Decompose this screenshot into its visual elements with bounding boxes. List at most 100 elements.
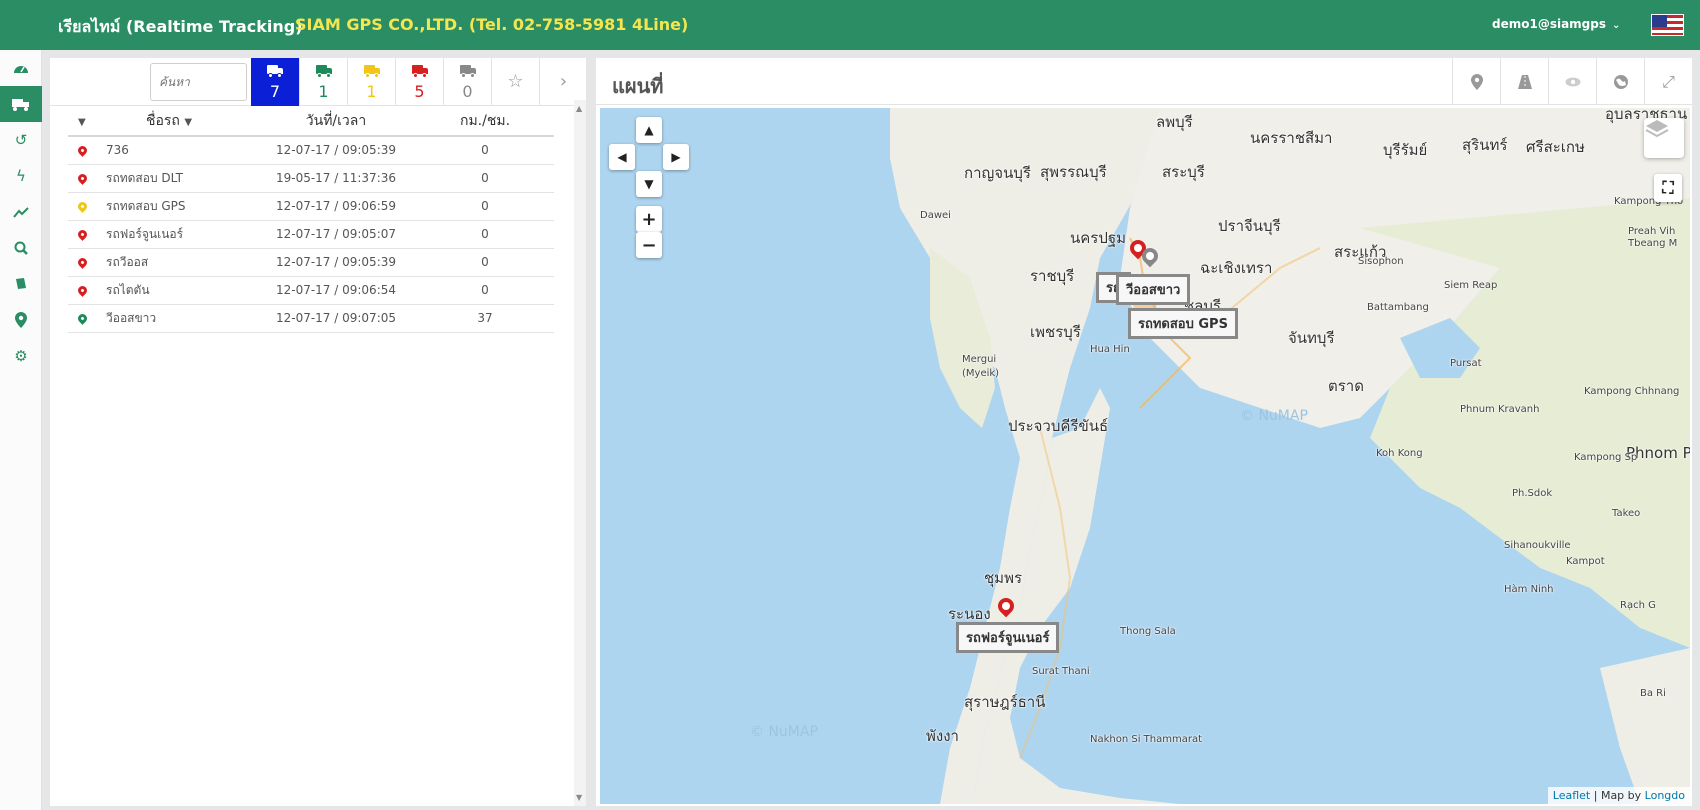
company-info: SIAM GPS CO.,LTD. (Tel. 02-758-5981 4Lin… — [295, 15, 689, 34]
table-row[interactable]: รถทดสอบ DLT 19-05-17 / 11:37:36 0 — [68, 164, 554, 193]
table-row[interactable]: 736 12-07-17 / 09:05:39 0 — [68, 136, 554, 165]
dashboard-icon[interactable] — [0, 50, 42, 86]
vehicle-table: ▼ ชื่อรถ ▼ วันที่/เวลา กม./ชม. 736 12-07-… — [68, 106, 554, 333]
place-label: Preah Vih — [1628, 226, 1676, 237]
truck-icon — [363, 65, 380, 78]
zoom-out-button[interactable]: − — [636, 232, 662, 258]
us-flag-icon[interactable] — [1651, 14, 1684, 36]
scroll-down-icon[interactable]: ▼ — [576, 793, 582, 802]
user-menu[interactable]: demo1@siamgps ⌄ — [1492, 17, 1620, 31]
filter-green-button[interactable]: 1 — [299, 58, 347, 106]
vehicle-speed: 0 — [416, 248, 554, 277]
map-marker-icon[interactable] — [0, 302, 42, 338]
fullscreen-icon[interactable]: ⛶ — [1654, 174, 1682, 202]
truck-icon[interactable] — [0, 86, 42, 122]
filter-yellow-button[interactable]: 1 — [347, 58, 395, 106]
expand-icon[interactable]: ⤢ — [1644, 58, 1692, 105]
map-canvas[interactable]: ลพบุรี นครราชสีมา อุบลราชธาน บุรีรัมย์ ส… — [600, 108, 1690, 804]
filter-gray-button[interactable]: 0 — [443, 58, 491, 106]
vehicle-map-label[interactable]: รถฟอร์จูนเนอร์ — [956, 622, 1060, 653]
bolt-icon[interactable]: ϟ — [0, 158, 42, 194]
gear-icon[interactable]: ⚙ — [0, 338, 42, 374]
place-label: Mergui — [962, 354, 997, 365]
place-label: พังงา — [926, 727, 959, 745]
filter-bar: 7 1 1 5 0 ☆ › — [50, 58, 586, 106]
truck-icon — [315, 65, 332, 78]
table-row[interactable]: วีออสขาว 12-07-17 / 09:07:05 37 — [68, 304, 554, 333]
top-bar: เรียลไทม์ (Realtime Tracking) SIAM GPS C… — [0, 0, 1700, 50]
place-label: บุรีรัมย์ — [1383, 141, 1428, 159]
vehicle-speed: 0 — [416, 276, 554, 305]
pan-right-button[interactable]: ▶ — [663, 144, 689, 170]
place-label: ฉะเชิงเทรา — [1200, 259, 1273, 277]
pan-up-button[interactable]: ▲ — [636, 117, 662, 143]
truck-icon — [267, 65, 283, 78]
place-label: Nakhon Si Thammarat — [1090, 734, 1203, 745]
vehicle-map-label[interactable]: วีออสขาว — [1116, 274, 1191, 305]
eye-icon[interactable] — [1548, 58, 1596, 105]
history-icon[interactable]: ↺ — [0, 122, 42, 158]
place-label: Ph.Sdok — [1512, 488, 1553, 499]
place-label: Ba Ri — [1640, 688, 1666, 699]
place-label: Battambang — [1367, 302, 1429, 313]
pan-left-button[interactable]: ◀ — [609, 144, 635, 170]
globe-icon[interactable] — [1596, 58, 1644, 105]
vehicle-speed: 0 — [416, 164, 554, 193]
vehicle-name: รถวีออส — [106, 248, 256, 277]
watermark: © NuMAP — [750, 724, 818, 740]
map-attribution: Leaflet | Map by Longdo — [1547, 787, 1690, 804]
status-cell — [68, 164, 106, 193]
vehicle-name: รถทดสอบ GPS — [106, 192, 256, 221]
place-label: ลพบุรี — [1156, 113, 1193, 131]
column-header-speed[interactable]: กม./ชม. — [416, 106, 554, 137]
filter-all-button[interactable]: 7 — [251, 58, 299, 106]
longdo-link[interactable]: Longdo — [1645, 789, 1685, 802]
road-icon[interactable] — [1500, 58, 1548, 105]
status-cell — [68, 276, 106, 305]
vehicle-name: รถไตตัน — [106, 276, 256, 305]
scroll-up-icon[interactable]: ▲ — [576, 104, 582, 113]
caret-down-icon: ▼ — [78, 116, 86, 128]
leaflet-link[interactable]: Leaflet — [1553, 789, 1590, 802]
column-header-name[interactable]: ชื่อรถ ▼ — [106, 106, 256, 137]
map-marker-icon — [76, 172, 89, 185]
vehicle-datetime: 12-07-17 / 09:05:39 — [256, 248, 416, 277]
book-icon[interactable] — [0, 266, 42, 302]
vehicle-datetime: 12-07-17 / 09:05:39 — [256, 136, 416, 165]
column-header-datetime[interactable]: วันที่/เวลา — [256, 106, 416, 137]
place-label: ศรีสะเกษ — [1526, 138, 1585, 156]
place-label: นครราชสีมา — [1250, 129, 1333, 147]
place-label: นครปฐม — [1070, 229, 1127, 247]
status-cell — [68, 136, 106, 165]
layers-icon[interactable] — [1644, 118, 1684, 158]
filter-red-button[interactable]: 5 — [395, 58, 443, 106]
zoom-in-button[interactable]: + — [636, 206, 662, 232]
place-label: Pursat — [1450, 358, 1482, 369]
table-row[interactable]: รถทดสอบ GPS 12-07-17 / 09:06:59 0 — [68, 192, 554, 221]
table-row[interactable]: รถไตตัน 12-07-17 / 09:06:54 0 — [68, 276, 554, 305]
table-row[interactable]: รถวีออส 12-07-17 / 09:05:39 0 — [68, 248, 554, 277]
scrollbar[interactable]: ▲ ▼ — [574, 100, 586, 806]
pan-down-button[interactable]: ▼ — [636, 171, 662, 197]
vehicle-speed: 0 — [416, 136, 554, 165]
map-marker-icon — [76, 200, 89, 213]
vehicle-datetime: 19-05-17 / 11:37:36 — [256, 164, 416, 193]
place-label: เพชรบุรี — [1030, 323, 1081, 341]
place-label: Kampong Sp — [1574, 452, 1638, 463]
chart-line-icon[interactable] — [0, 194, 42, 230]
map-marker-icon — [76, 284, 89, 297]
watermark: © NuMAP — [1240, 408, 1308, 424]
vehicle-map-label[interactable]: รถทดสอบ GPS — [1128, 308, 1238, 339]
search-input[interactable] — [150, 63, 247, 101]
truck-icon — [411, 65, 428, 78]
vehicle-name: รถฟอร์จูนเนอร์ — [106, 220, 256, 249]
star-icon[interactable]: ☆ — [491, 58, 539, 106]
vehicle-name: รถทดสอบ DLT — [106, 164, 256, 193]
chevron-right-icon[interactable]: › — [539, 58, 587, 106]
sort-toggle[interactable]: ▼ — [68, 106, 106, 137]
place-label: ตราด — [1328, 377, 1364, 395]
marker-icon[interactable] — [1452, 58, 1500, 105]
search-icon[interactable] — [0, 230, 42, 266]
place-label: สุรินทร์ — [1462, 136, 1508, 154]
table-row[interactable]: รถฟอร์จูนเนอร์ 12-07-17 / 09:05:07 0 — [68, 220, 554, 249]
